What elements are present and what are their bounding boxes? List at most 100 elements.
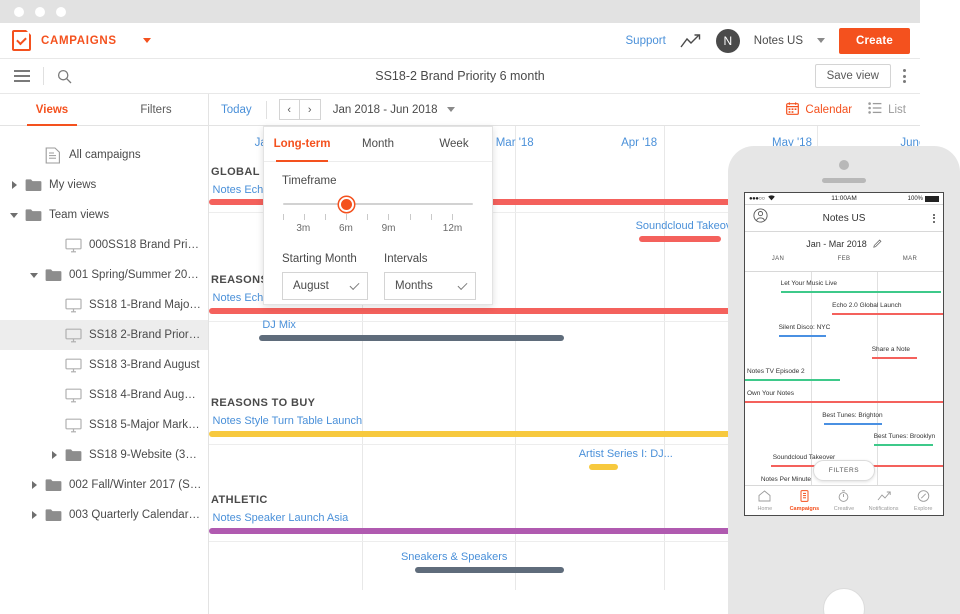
phone-tab-creative[interactable]: Creative — [824, 486, 864, 515]
phone-tab-home[interactable]: Home — [745, 486, 785, 515]
phone-event-bar[interactable] — [832, 313, 943, 315]
document-title-bar: SS18-2 Brand Priority 6 month Save view — [0, 59, 920, 94]
more-options-icon[interactable] — [901, 67, 908, 85]
today-button[interactable]: Today — [221, 104, 252, 116]
calendar-event-label[interactable]: Artist Series I: DJ... — [579, 448, 673, 460]
phone-event-label[interactable]: Notes TV Episode 2 — [747, 368, 805, 375]
next-range-button[interactable]: › — [299, 99, 321, 120]
calendar-event-label[interactable]: Soundcloud Takeover — [636, 220, 742, 232]
view-mode-calendar-label: Calendar — [805, 103, 853, 116]
account-chevron-down-icon[interactable] — [817, 38, 825, 43]
phone-event-bar[interactable] — [780, 291, 941, 293]
starting-month-field: Starting Month August — [282, 253, 368, 300]
sidebar-item-3[interactable]: 000SS18 Brand Priority Calend... — [0, 230, 208, 260]
slider-thumb[interactable] — [338, 197, 354, 212]
calendar-event-label[interactable]: DJ Mix — [262, 319, 296, 331]
sidebar-item-8[interactable]: SS18 4-Brand August Weekly — [0, 380, 208, 410]
phone-event-label[interactable]: Notes Per Minute — [761, 476, 811, 483]
title-bar-actions: Save view — [814, 64, 920, 88]
chevron-down-icon[interactable] — [6, 212, 22, 218]
previous-range-button[interactable]: ‹ — [278, 99, 300, 120]
calendar-event-bar[interactable] — [258, 335, 565, 341]
phone-event-bar[interactable] — [745, 401, 943, 403]
phone-event-label[interactable]: Best Tunes: Brooklyn — [874, 433, 935, 440]
support-link[interactable]: Support — [626, 35, 666, 47]
phone-event-bar[interactable] — [873, 444, 934, 446]
calendar-event-bar[interactable] — [415, 567, 565, 573]
phone-event-bar[interactable] — [778, 335, 827, 337]
chevron-right-icon[interactable] — [6, 181, 22, 189]
brand-area[interactable]: CAMPAIGNS — [0, 30, 151, 51]
chevron-right-icon[interactable] — [46, 451, 62, 459]
calendar-event-label[interactable]: Sneakers & Speakers — [401, 551, 507, 563]
phone-event-label[interactable]: Silent Disco: NYC — [779, 324, 831, 331]
phone-tab-explore[interactable]: Explore — [903, 486, 943, 515]
stopwatch-icon — [837, 489, 850, 504]
account-name[interactable]: Notes US — [754, 35, 803, 47]
view-mode-list[interactable]: List — [868, 102, 906, 117]
phone-home-button[interactable] — [823, 588, 865, 614]
sidebar-item-0[interactable]: All campaigns — [0, 140, 208, 170]
create-button[interactable]: Create — [839, 27, 910, 54]
sidebar-item-6[interactable]: SS18 2-Brand Priority 6 mo... — [0, 320, 208, 350]
sidebar-item-7[interactable]: SS18 3-Brand August — [0, 350, 208, 380]
phone-speaker-icon — [822, 178, 866, 183]
sidebar-item-12[interactable]: 003 Quarterly Calendars 2018 — [0, 500, 208, 530]
view-mode-calendar[interactable]: Calendar — [786, 101, 853, 118]
starting-month-select[interactable]: August — [282, 272, 368, 300]
window-minimize-dot[interactable] — [35, 6, 45, 17]
sidebar-item-9[interactable]: SS18 5-Major Markets 3 mo — [0, 410, 208, 440]
timeframe-slider[interactable] — [283, 197, 473, 212]
phone-tab-label: Explore — [913, 505, 933, 512]
sidebar-item-2[interactable]: Team views — [0, 200, 208, 230]
phone-account-title[interactable]: Notes US — [745, 213, 943, 224]
intervals-value: Months — [395, 280, 433, 292]
calendar-event-bar[interactable] — [639, 236, 721, 242]
phone-event-label[interactable]: Best Tunes: Brighton — [822, 412, 882, 419]
phone-date-range: Jan - Mar 2018 — [745, 232, 943, 256]
phone-event-label[interactable]: Own Your Notes — [747, 390, 794, 397]
popover-tab-month[interactable]: Month — [340, 127, 416, 161]
window-close-dot[interactable] — [14, 6, 24, 17]
sidebar-item-11[interactable]: 002 Fall/Winter 2017 (SS17) — [0, 470, 208, 500]
popover-tab-week[interactable]: Week — [416, 127, 492, 161]
phone-event-label[interactable]: Let Your Music Live — [781, 280, 837, 287]
phone-more-options-icon[interactable] — [933, 213, 935, 223]
board-icon — [62, 388, 84, 403]
calendar-event-label[interactable]: Notes Speaker Launch Asia — [213, 512, 349, 524]
chevron-down-icon[interactable] — [26, 272, 42, 278]
save-view-button[interactable]: Save view — [814, 64, 891, 88]
edit-pencil-icon[interactable] — [872, 239, 882, 250]
phone-calendar-grid[interactable]: Let Your Music Live Echo 2.0 Global Launc… — [745, 271, 943, 489]
chevron-right-icon[interactable] — [26, 511, 42, 519]
date-range-label: Jan 2018 - Jun 2018 — [332, 103, 438, 116]
sidebar-item-label: 003 Quarterly Calendars 2018 — [69, 509, 202, 521]
phone-tab-notifications[interactable]: Notifications — [864, 486, 904, 515]
window-maximize-dot[interactable] — [56, 6, 66, 17]
phone-event-label[interactable]: Share a Note — [872, 346, 910, 353]
tab-filters[interactable]: Filters — [104, 94, 208, 125]
tab-views[interactable]: Views — [0, 94, 104, 126]
sidebar-item-4[interactable]: 001 Spring/Summer 2018 (SS... — [0, 260, 208, 290]
calendar-event-label[interactable]: Notes Style Turn Table Launch — [213, 415, 363, 427]
popover-fields: Starting Month August Intervals Months — [282, 253, 476, 300]
intervals-select[interactable]: Months — [384, 272, 476, 300]
sidebar-item-10[interactable]: SS18 9-Website (3mo c... — [0, 440, 208, 470]
phone-event-bar[interactable] — [871, 357, 918, 359]
avatar[interactable]: N — [715, 28, 740, 53]
chevron-down-icon[interactable] — [142, 38, 151, 43]
phone-event-bar[interactable] — [745, 379, 841, 381]
sidebar-item-5[interactable]: SS18 1-Brand Major Markets 3... — [0, 290, 208, 320]
phone-filters-button[interactable]: FILTERS — [813, 460, 875, 481]
popover-tab-long-term[interactable]: Long-term — [264, 127, 340, 162]
phone-event-label[interactable]: Echo 2.0 Global Launch — [832, 302, 901, 309]
chevron-right-icon[interactable] — [26, 481, 42, 489]
analytics-trend-icon[interactable] — [680, 33, 702, 49]
sidebar-item-1[interactable]: My views — [0, 170, 208, 200]
sidebar-item-label: All campaigns — [69, 149, 141, 161]
calendar-event-bar[interactable] — [589, 464, 618, 470]
phone-tab-campaigns[interactable]: Campaigns — [785, 486, 825, 515]
phone-event-bar[interactable] — [824, 423, 882, 425]
phone-header: Notes US — [745, 205, 943, 232]
range-chevron-down-icon[interactable] — [446, 107, 455, 112]
